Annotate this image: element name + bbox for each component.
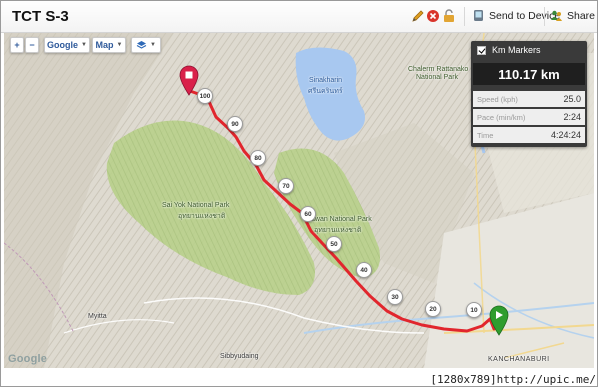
km-marker-60[interactable]: 60 (300, 206, 316, 222)
layers-icon (136, 41, 147, 49)
km-marker-10[interactable]: 10 (466, 302, 482, 318)
km-marker-30[interactable]: 30 (387, 289, 403, 305)
header-divider (464, 7, 465, 26)
stat-speed: Speed (kph) 25.0 (473, 91, 585, 107)
label-chalerm-2: National Park (416, 74, 459, 81)
km-markers-toggle[interactable]: Km Markers (477, 45, 541, 55)
device-icon (474, 10, 483, 21)
label-sinakharin: Sinakharin (309, 77, 343, 84)
lock-icon[interactable] (442, 9, 456, 23)
km-marker-100[interactable]: 100 (197, 88, 213, 104)
map-type-select-label: Map (95, 40, 114, 50)
label-kanchanaburi: KANCHANABURI (488, 356, 550, 363)
route-title: TCT S-3 (12, 8, 69, 25)
stat-time-label: Time (477, 131, 494, 140)
km-marker-50[interactable]: 50 (326, 236, 342, 252)
share-people-icon (551, 10, 562, 21)
delete-icon[interactable] (426, 9, 440, 23)
chevron-down-icon: ▼ (81, 42, 87, 48)
km-marker-70[interactable]: 70 (278, 178, 294, 194)
share-label: Share (567, 9, 596, 22)
zoom-in-button[interactable]: + (10, 37, 24, 53)
share-button[interactable]: Share (550, 9, 595, 22)
label-erawan-2: อุทยานแห่งชาติ (314, 227, 362, 234)
chevron-down-icon: ▼ (116, 42, 123, 48)
route-stats-panel: Km Markers 110.17 km Speed (kph) 25.0 Pa… (471, 41, 587, 147)
pencil-icon[interactable] (411, 9, 425, 23)
stat-pace-value: 2:24 (563, 111, 581, 122)
header-bar: TCT S-3 Send to Device Share (1, 1, 597, 33)
map-type-select[interactable]: Map ▼ (92, 37, 126, 53)
km-marker-90[interactable]: 90 (227, 116, 243, 132)
km-markers-label: Km Markers (492, 45, 541, 55)
label-myitta: Myitta (88, 313, 107, 320)
km-markers-checkbox[interactable] (477, 45, 486, 55)
label-sai-yok-1: Sai Yok National Park (162, 202, 230, 209)
stat-time-value: 4:24:24 (550, 129, 581, 140)
label-sai-yok-2: อุทยานแห่งชาติ (178, 213, 226, 220)
zoom-out-button[interactable]: − (25, 37, 39, 53)
label-sibbyudaing: Sibbyudaing (220, 353, 259, 360)
chevron-down-icon: ▼ (150, 42, 156, 48)
km-marker-20[interactable]: 20 (425, 301, 441, 317)
stat-speed-label: Speed (kph) (477, 95, 518, 104)
label-sinakharin-thai: ศรีนครินทร์ (308, 88, 343, 95)
km-marker-80[interactable]: 80 (250, 150, 266, 166)
provider-select-label: Google (47, 40, 79, 50)
stat-time: Time 4:24:24 (473, 127, 585, 143)
google-logo: Google (8, 353, 48, 365)
provider-select[interactable]: Google ▼ (44, 37, 90, 53)
stat-pace-label: Pace (min/km) (477, 113, 526, 122)
stat-pace: Pace (min/km) 2:24 (473, 109, 585, 125)
label-chalerm-1: Chalerm Rattanako (408, 66, 469, 73)
image-caption: [1280x789]http://upic.me/ (430, 373, 596, 386)
layers-button[interactable]: ▼ (131, 37, 161, 53)
stat-speed-value: 25.0 (563, 93, 581, 104)
send-to-device-button[interactable]: Send to Device (472, 9, 560, 22)
stop-icon (185, 71, 193, 79)
image-footer: [1280x789]http://upic.me/ (0, 370, 600, 389)
header-divider (544, 7, 545, 26)
km-marker-40[interactable]: 40 (356, 262, 372, 278)
total-distance: 110.17 km (473, 63, 585, 85)
